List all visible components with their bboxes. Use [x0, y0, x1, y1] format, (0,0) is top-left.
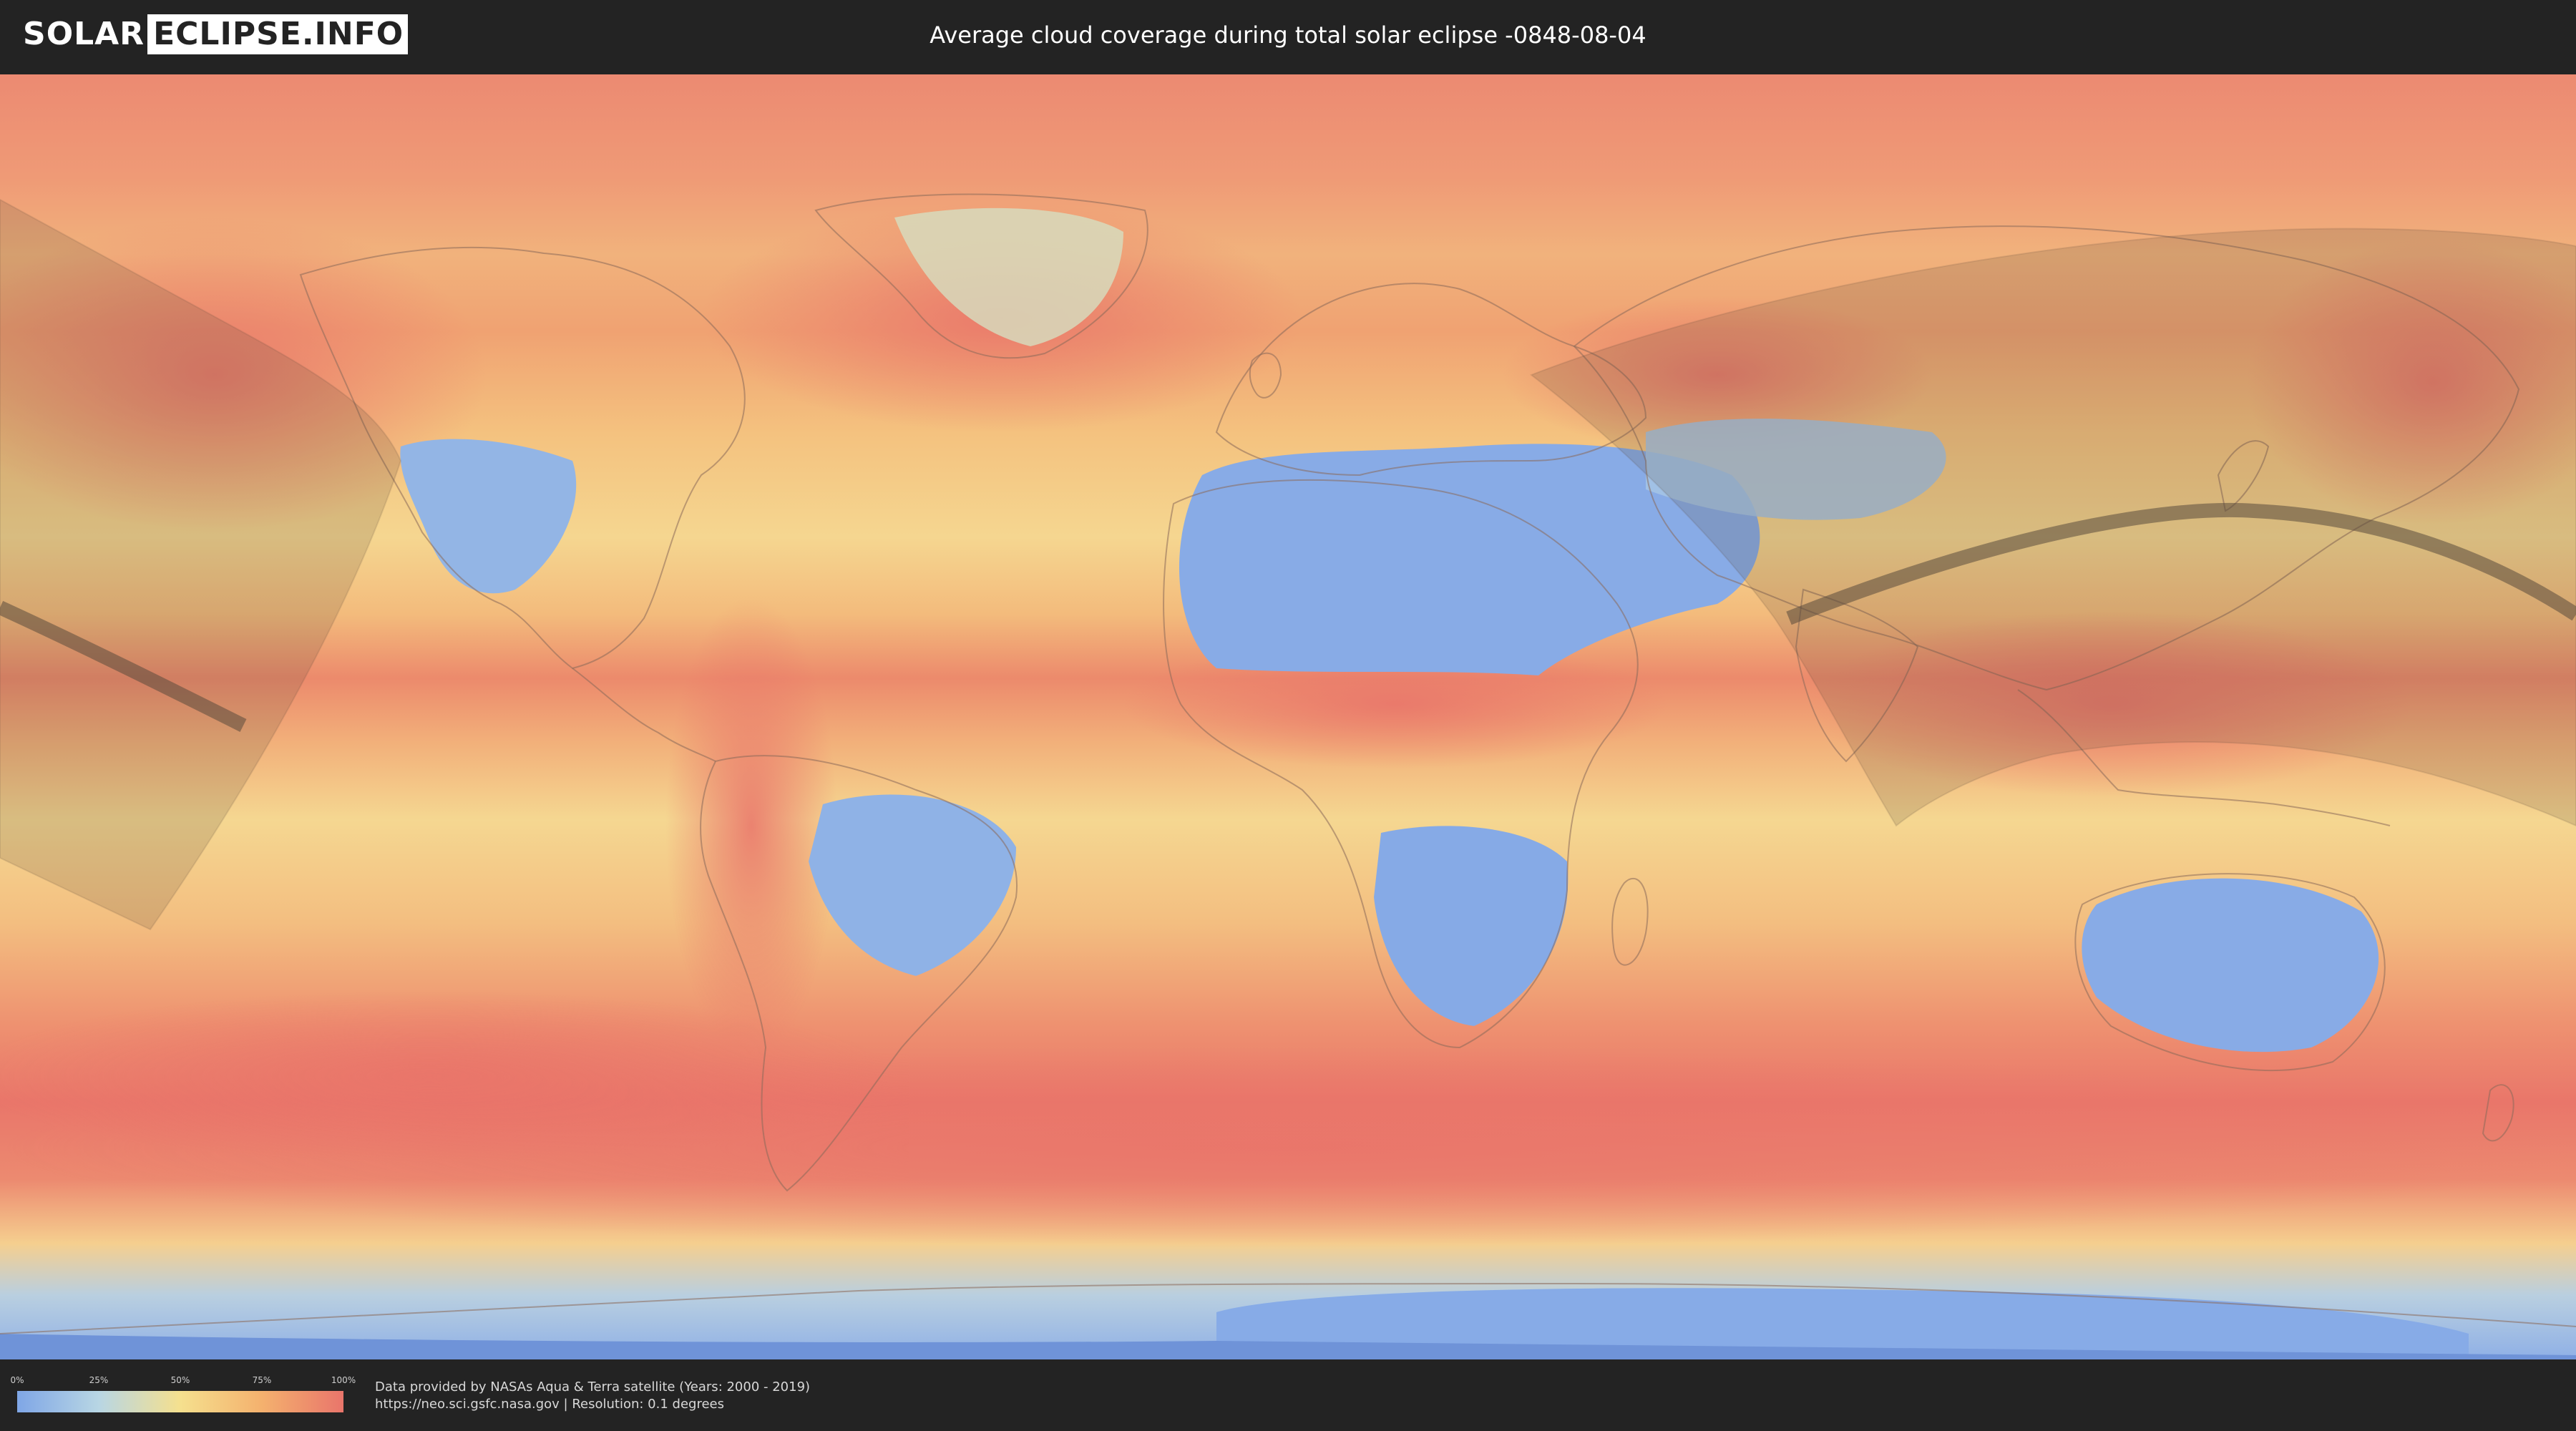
data-source-url[interactable]: https://neo.sci.gsfc.nasa.gov | Resoluti…: [375, 1397, 724, 1412]
legend-tick-100: 100%: [331, 1375, 356, 1385]
legend-tick-75: 75%: [252, 1375, 272, 1385]
page-title: Average cloud coverage during total sola…: [930, 21, 1646, 49]
legend-tick-25: 25%: [89, 1375, 109, 1385]
cloud-coverage-legend-bar: [17, 1391, 343, 1412]
world-map-svg: [0, 74, 2576, 1359]
legend-tick-labels: 0% 25% 50% 75% 100%: [10, 1375, 356, 1387]
legend-tick-0: 0%: [10, 1375, 24, 1385]
legend-tick-50: 50%: [170, 1375, 190, 1385]
cloud-coverage-map[interactable]: [0, 74, 2576, 1359]
footer-bar: [0, 1359, 2576, 1431]
data-credit: Data provided by NASAs Aqua & Terra sate…: [375, 1379, 811, 1395]
header-bar: SOLAR ECLIPSE.INFO Average cloud coverag…: [0, 0, 2576, 72]
